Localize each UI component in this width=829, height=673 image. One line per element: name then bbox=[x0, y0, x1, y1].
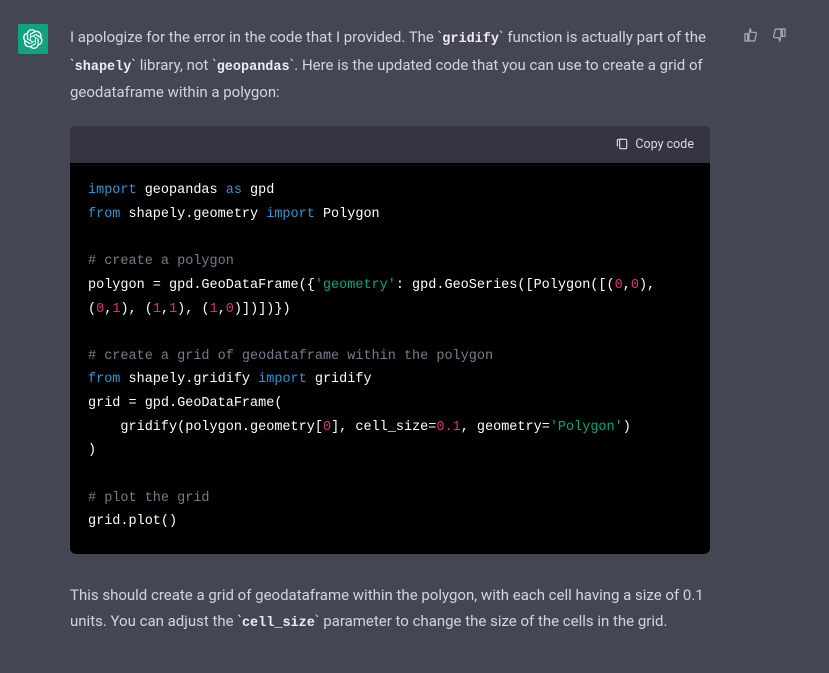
thumbs-down-icon bbox=[771, 27, 787, 43]
copy-code-button[interactable]: Copy code bbox=[615, 134, 694, 156]
message-content: I apologize for the error in the code th… bbox=[70, 24, 720, 636]
inline-code-geopandas: geopandas bbox=[217, 60, 290, 75]
inline-code-shapely: shapely bbox=[75, 60, 132, 75]
inline-code-cellsize: cell_size bbox=[242, 616, 315, 631]
code-block: Copy code import geopandas as gpd from s… bbox=[70, 126, 710, 554]
thumbs-down-button[interactable] bbox=[770, 26, 788, 44]
openai-logo-icon bbox=[23, 29, 43, 49]
intro-text-2: function is actually part of the bbox=[504, 28, 706, 46]
thumbs-up-icon bbox=[743, 27, 759, 43]
assistant-message: I apologize for the error in the code th… bbox=[0, 0, 829, 660]
outro-text-2: parameter to change the size of the cell… bbox=[320, 612, 668, 630]
intro-text-3: library, not bbox=[136, 56, 212, 74]
intro-text-1: I apologize for the error in the code th… bbox=[70, 28, 438, 46]
thumbs-up-button[interactable] bbox=[742, 26, 760, 44]
outro-paragraph: This should create a grid of geodatafram… bbox=[70, 582, 710, 636]
intro-paragraph: I apologize for the error in the code th… bbox=[70, 24, 710, 106]
clipboard-icon bbox=[615, 137, 629, 151]
code-block-header: Copy code bbox=[70, 126, 710, 164]
copy-code-label: Copy code bbox=[635, 134, 694, 156]
code-content: import geopandas as gpd from shapely.geo… bbox=[70, 163, 710, 553]
inline-code-gridify: gridify bbox=[442, 32, 499, 47]
message-actions bbox=[742, 24, 788, 636]
assistant-avatar bbox=[18, 24, 48, 54]
